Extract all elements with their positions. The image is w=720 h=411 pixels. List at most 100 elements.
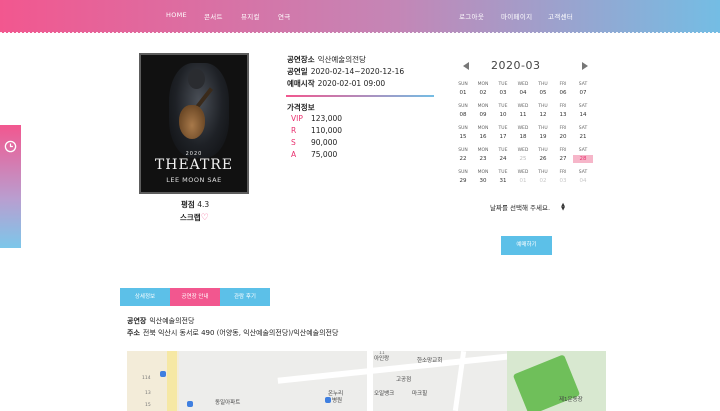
calendar-weekday-label: THU — [538, 148, 548, 153]
bus-stop-icon[interactable] — [325, 397, 331, 403]
calendar-weekday-label: WED — [517, 104, 529, 109]
calendar-weekday-label: TUE — [498, 126, 508, 131]
calendar-day[interactable]: 30 — [473, 178, 493, 184]
calendar-day[interactable]: 15 — [453, 134, 473, 140]
calendar-day[interactable]: 27 — [553, 156, 573, 162]
calendar-day[interactable]: 28 — [573, 155, 593, 163]
rating: 평점 4.3 — [181, 199, 209, 210]
map-label: 병원 — [332, 398, 343, 404]
price-row: S 90,000 — [291, 138, 337, 147]
calendar-day[interactable]: 02 — [533, 178, 553, 184]
calendar-day[interactable]: 23 — [473, 156, 493, 162]
calendar-prev-month-icon[interactable] — [463, 62, 469, 70]
bus-stop-icon[interactable] — [160, 371, 166, 377]
calendar-day[interactable]: 06 — [553, 90, 573, 96]
nav-play[interactable]: 연극 — [278, 11, 291, 21]
poster-artist: LEE MOON SAE — [166, 176, 222, 184]
calendar-week-row: SUN 15 MON 16 TUE 17 WED 18 THU 19 FRI 20 SAT 21 — [452, 126, 594, 146]
date-select-placeholder: 날짜를 선택해 주세요. — [490, 204, 551, 212]
price-value: 75,000 — [311, 150, 338, 159]
calendar-weekday-label: TUE — [498, 104, 508, 109]
tab-reviews[interactable]: 관람 후기 — [220, 288, 270, 306]
nav-concert[interactable]: 콘서트 — [204, 11, 223, 21]
info-venue-value: 익산예술의전당 — [317, 55, 366, 64]
calendar-day[interactable]: 04 — [573, 178, 593, 184]
calendar-day[interactable]: 05 — [533, 90, 553, 96]
calendar-weekday-label: MON — [477, 126, 489, 131]
calendar-weekday-label: MON — [477, 82, 489, 87]
calendar-day[interactable]: 02 — [473, 90, 493, 96]
calendar-day[interactable]: 04 — [513, 90, 533, 96]
price-grade: R — [291, 126, 297, 135]
price-grade: S — [291, 138, 296, 147]
calendar-weekday-label: SUN — [458, 104, 468, 109]
calendar-weekday-label: THU — [538, 104, 548, 109]
calendar-weekday-label: FRI — [559, 104, 567, 109]
tab-details[interactable]: 상세정보 — [120, 288, 170, 306]
price-value: 90,000 — [311, 138, 338, 147]
calendar-day[interactable]: 18 — [513, 134, 533, 140]
calendar-day[interactable]: 07 — [573, 90, 593, 96]
calendar-day[interactable]: 01 — [513, 178, 533, 184]
calendar-week-row: SUN 01 MON 02 TUE 03 WED 04 THU 05 FRI 06 SAT 07 — [452, 82, 594, 102]
calendar-day[interactable]: 11 — [513, 112, 533, 118]
info-date: 공연일 2020-02-14~2020-12-16 — [287, 66, 404, 77]
calendar-day[interactable]: 16 — [473, 134, 493, 140]
calendar-weekday-label: SAT — [578, 170, 588, 175]
nav-logout[interactable]: 로그아웃 — [459, 11, 484, 21]
calendar-day[interactable]: 26 — [533, 156, 553, 162]
reserve-button[interactable]: 예매하기 — [501, 236, 552, 255]
rating-label: 평점 — [181, 200, 195, 209]
calendar-next-month-icon[interactable] — [582, 62, 588, 70]
calendar-day[interactable]: 03 — [493, 90, 513, 96]
price-grade: A — [291, 150, 297, 159]
calendar-week-row: SUN 22 MON 23 TUE 24 WED 25 THU 26 FRI 27 SAT 28 — [452, 148, 594, 168]
venue-address-label: 주소 — [127, 329, 140, 337]
map-label: 오일뱅크 — [374, 391, 395, 397]
calendar-weekday-label: FRI — [559, 126, 567, 131]
calendar-day[interactable]: 31 — [493, 178, 513, 184]
calendar-day[interactable]: 19 — [533, 134, 553, 140]
calendar-weekday-label: SUN — [458, 126, 468, 131]
calendar-week-row: SUN 29 MON 30 TUE 31 WED 01 THU 02 FRI 03 SAT 04 — [452, 170, 594, 190]
calendar-day[interactable]: 09 — [473, 112, 493, 118]
calendar-day[interactable]: 17 — [493, 134, 513, 140]
calendar-day[interactable]: 24 — [493, 156, 513, 162]
nav-musical[interactable]: 뮤지컬 — [241, 11, 260, 21]
calendar-day[interactable]: 12 — [533, 112, 553, 118]
poster-performer — [188, 69, 205, 89]
calendar-day[interactable]: 13 — [553, 112, 573, 118]
map-label: 동일아파트 — [215, 400, 241, 406]
venue-map[interactable]: 아인랑 한소망교회 고공점 오일뱅크 마크힐 온누리 병원 동일아파트 제1운동… — [127, 351, 606, 411]
date-select-dropdown[interactable]: 날짜를 선택해 주세요. ▲ ▼ — [490, 202, 567, 214]
calendar-weekday-label: SAT — [578, 148, 588, 153]
nav-home[interactable]: HOME — [166, 11, 187, 19]
calendar-day[interactable]: 20 — [553, 134, 573, 140]
map-number-label: 15 — [145, 403, 151, 408]
calendar-weekday-label: THU — [538, 126, 548, 131]
price-row: R 110,000 — [291, 126, 342, 135]
calendar-day[interactable]: 21 — [573, 134, 593, 140]
heart-icon: ♡ — [200, 213, 209, 223]
calendar-day[interactable]: 08 — [453, 112, 473, 118]
nav-mypage[interactable]: 마이페이지 — [501, 11, 532, 21]
calendar-day[interactable]: 01 — [453, 90, 473, 96]
scrap-button[interactable]: 스크랩♡ — [180, 212, 209, 223]
map-label: 한소망교회 — [417, 358, 443, 364]
info-date-label: 공연일 — [287, 67, 308, 76]
calendar-day[interactable]: 25 — [513, 156, 533, 162]
tab-venue-guide[interactable]: 공연장 안내 — [170, 288, 220, 306]
calendar-day[interactable]: 03 — [553, 178, 573, 184]
calendar-weekday-label: SUN — [458, 148, 468, 153]
calendar-day[interactable]: 22 — [453, 156, 473, 162]
bus-stop-icon[interactable] — [187, 401, 193, 407]
nav-customer-center[interactable]: 고객센터 — [548, 11, 573, 21]
side-recent-tab[interactable] — [0, 125, 21, 248]
calendar-weekday-label: MON — [477, 170, 489, 175]
calendar-day[interactable]: 10 — [493, 112, 513, 118]
map-number-label: 13 — [145, 391, 151, 396]
calendar-weekday-label: WED — [517, 148, 529, 153]
info-open: 예매시작 2020-02-01 09:00 — [287, 78, 385, 89]
calendar-day[interactable]: 14 — [573, 112, 593, 118]
calendar-day[interactable]: 29 — [453, 178, 473, 184]
